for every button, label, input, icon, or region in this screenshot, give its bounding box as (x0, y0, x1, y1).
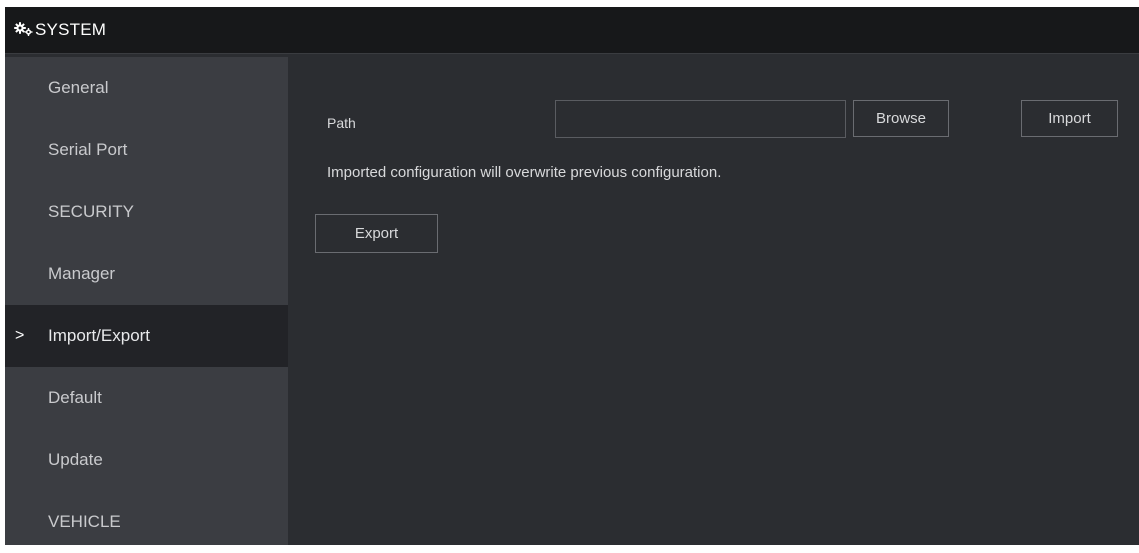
browse-button[interactable]: Browse (853, 100, 949, 137)
sidebar-item-label: Serial Port (48, 140, 128, 159)
sidebar-item-label: Manager (48, 264, 116, 283)
sidebar-item-import-export[interactable]: > Import/Export (5, 305, 288, 367)
sidebar-item-label: Import/Export (48, 326, 151, 345)
sidebar-item-vehicle[interactable]: VEHICLE (5, 491, 288, 553)
gears-icon (14, 22, 33, 36)
export-button[interactable]: Export (315, 214, 438, 253)
sidebar-item-default[interactable]: Default (5, 367, 288, 429)
sidebar-item-general[interactable]: General (5, 57, 288, 119)
path-input[interactable] (555, 100, 846, 138)
sidebar-item-label: General (48, 78, 109, 97)
sidebar-item-label: Update (48, 450, 103, 469)
app-title: SYSTEM (35, 20, 107, 39)
path-label: Path (327, 115, 356, 131)
import-export-panel: Path Browse Import Imported configuratio… (289, 57, 1139, 545)
sidebar-item-label: SECURITY (48, 202, 134, 221)
import-button[interactable]: Import (1021, 100, 1118, 137)
title-bar: SYSTEM (5, 7, 1139, 54)
sidebar-item-serial-port[interactable]: Serial Port (5, 119, 288, 181)
sidebar: General Serial Port SECURITY Manager > I… (5, 57, 288, 545)
sidebar-item-manager[interactable]: Manager (5, 243, 288, 305)
sidebar-item-update[interactable]: Update (5, 429, 288, 491)
overwrite-notice: Imported configuration will overwrite pr… (327, 164, 722, 181)
sidebar-item-label: Default (48, 388, 102, 407)
chevron-right-icon: > (15, 327, 25, 344)
app-window: SYSTEM General Serial Port SECURITY Mana… (5, 7, 1139, 545)
sidebar-item-security[interactable]: SECURITY (5, 181, 288, 243)
sidebar-item-label: VEHICLE (48, 512, 121, 531)
